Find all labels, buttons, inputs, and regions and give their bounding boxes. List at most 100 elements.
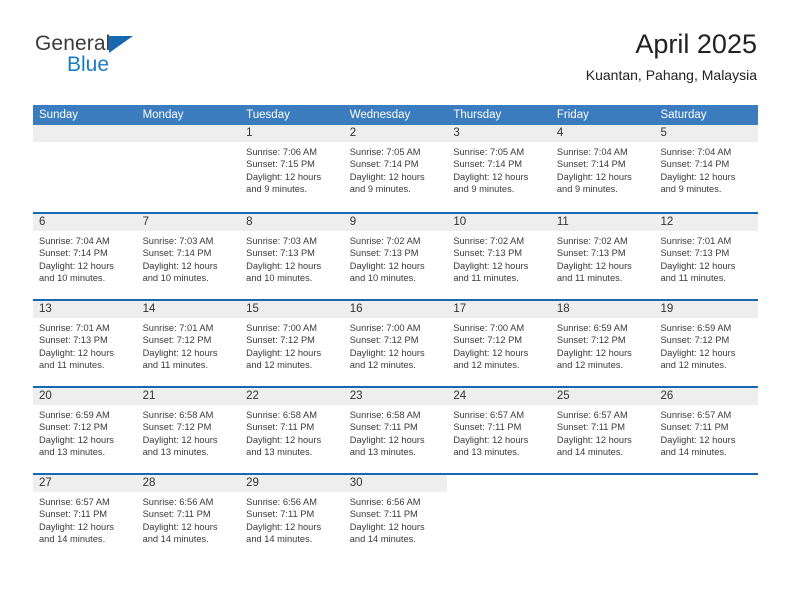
day-info-line: Daylight: 12 hours — [453, 171, 529, 182]
calendar-day-cell[interactable]: 2 Sunrise: 7:05 AM Sunset: 7:14 PM Daylight… — [343, 125, 448, 212]
day-info-line: Daylight: 12 hours — [142, 347, 218, 358]
calendar-week-row: 27 Sunrise: 6:57 AM Sunset: 7:11 PM Dayligh… — [33, 473, 759, 561]
day-info-line: Daylight: 12 hours — [142, 260, 218, 271]
calendar-day-cell[interactable]: 22 Sunrise: 6:58 AM Sunset: 7:11 PM Dayligh… — [240, 388, 344, 473]
day-number: 20 — [33, 388, 137, 405]
day-info-line: Sunrise: 6:58 AM — [142, 410, 214, 420]
calendar-day-cell[interactable]: 23 Sunrise: 6:58 AM Sunset: 7:11 PM Dayligh… — [343, 388, 448, 473]
day-number: 6 — [33, 214, 137, 231]
day-sun-info: Sunrise: 7:04 AM Sunset: 7:14 PM Daylight:… — [654, 142, 758, 195]
day-number: 26 — [654, 388, 759, 405]
day-number: 8 — [240, 214, 344, 231]
day-info-line: Sunrise: 6:58 AM — [246, 410, 317, 420]
day-number: 15 — [240, 301, 344, 318]
calendar-day-cell[interactable]: 6 Sunrise: 7:04 AM Sunset: 7:14 PM Daylight… — [33, 214, 137, 299]
calendar-day-cell[interactable]: 30 Sunrise: 6:56 AM Sunset: 7:11 PM Dayligh… — [343, 475, 448, 561]
day-number: 1 — [240, 125, 344, 142]
day-info-line: Daylight: 12 hours — [39, 347, 114, 358]
calendar-day-cell[interactable]: 11 Sunrise: 7:02 AM Sunset: 7:13 PM Dayligh… — [550, 214, 655, 299]
calendar-day-cell[interactable]: 28 Sunrise: 6:56 AM Sunset: 7:11 PM Dayligh… — [136, 475, 241, 561]
day-number: 25 — [550, 388, 655, 405]
day-info-line: Daylight: 12 hours — [556, 434, 632, 445]
calendar-day-cell[interactable]: 29 Sunrise: 6:56 AM Sunset: 7:11 PM Dayligh… — [240, 475, 344, 561]
calendar-day-cell[interactable]: 3 Sunrise: 7:05 AM Sunset: 7:14 PM Daylight… — [447, 125, 551, 212]
calendar-day-cell[interactable]: 18 Sunrise: 6:59 AM Sunset: 7:12 PM Dayligh… — [550, 301, 655, 386]
calendar-day-cell[interactable]: 4 Sunrise: 7:04 AM Sunset: 7:14 PM Daylight… — [550, 125, 655, 212]
calendar-day-cell[interactable]: 13 Sunrise: 7:01 AM Sunset: 7:13 PM Dayligh… — [33, 301, 137, 386]
calendar-grid: Sunday Monday Tuesday Wednesday Thursday Frid… — [33, 105, 759, 561]
calendar-day-cell[interactable]: 24 Sunrise: 6:57 AM Sunset: 7:11 PM Dayligh… — [447, 388, 551, 473]
weekday-header-friday: Friday — [556, 109, 589, 121]
calendar-day-cell[interactable]: 19 Sunrise: 6:59 AM Sunset: 7:12 PM Dayligh… — [654, 301, 759, 386]
day-number — [654, 475, 759, 492]
day-info-line: Daylight: 12 hours — [453, 434, 529, 445]
day-number: 11 — [550, 214, 655, 231]
calendar-day-cell[interactable]: 16 Sunrise: 7:00 AM Sunset: 7:12 PM Dayligh… — [343, 301, 448, 386]
day-info-line: Daylight: 12 hours — [453, 260, 529, 271]
day-info-line: and 13 minutes. — [142, 446, 209, 457]
day-info-line: Sunrise: 7:02 AM — [556, 236, 628, 246]
day-info-line: Daylight: 12 hours — [246, 260, 322, 271]
day-info-line: Daylight: 12 hours — [39, 434, 114, 445]
calendar-day-cell[interactable]: 27 Sunrise: 6:57 AM Sunset: 7:11 PM Dayligh… — [33, 475, 137, 561]
day-number: 16 — [343, 301, 448, 318]
logo-triangle-icon — [109, 36, 133, 53]
calendar-day-cell[interactable]: 20 Sunrise: 6:59 AM Sunset: 7:12 PM Dayligh… — [33, 388, 137, 473]
day-info-line: Sunset: 7:12 PM — [246, 335, 315, 346]
day-info-line: Daylight: 12 hours — [349, 434, 425, 445]
day-info-line: and 13 minutes. — [39, 446, 106, 457]
day-number: 22 — [240, 388, 344, 405]
day-info-line: and 12 minutes. — [556, 359, 624, 370]
day-number: 17 — [447, 301, 551, 318]
day-info-line: Sunrise: 6:57 AM — [660, 410, 732, 420]
calendar-day-cell[interactable]: 10 Sunrise: 7:02 AM Sunset: 7:13 PM Dayligh… — [447, 214, 551, 299]
day-info-line: Daylight: 12 hours — [660, 434, 736, 445]
logo-text-blue: Blue — [67, 53, 110, 76]
calendar-empty-cell — [447, 475, 551, 561]
day-info-line: Sunrise: 7:00 AM — [246, 323, 317, 333]
day-info-line: and 10 minutes. — [246, 272, 313, 283]
calendar-day-cell[interactable]: 17 Sunrise: 7:00 AM Sunset: 7:12 PM Dayligh… — [447, 301, 551, 386]
calendar-day-cell[interactable]: 1 Sunrise: 7:06 AM Sunset: 7:15 PM Daylight… — [240, 125, 344, 212]
day-info-line: Daylight: 12 hours — [556, 347, 632, 358]
weekday-header-row: Sunday Monday Tuesday Wednesday Thursday Frid… — [33, 105, 758, 125]
day-number — [550, 475, 655, 492]
calendar-day-cell[interactable]: 21 Sunrise: 6:58 AM Sunset: 7:12 PM Dayligh… — [136, 388, 241, 473]
calendar-empty-cell — [654, 475, 759, 561]
general-blue-logo: General Blue — [35, 32, 165, 86]
page-title: April 2025 — [635, 29, 757, 59]
day-info-line: Sunrise: 7:02 AM — [349, 236, 421, 246]
day-sun-info: Sunrise: 6:56 AM Sunset: 7:11 PM Daylight:… — [344, 492, 448, 545]
calendar-day-cell[interactable]: 14 Sunrise: 7:01 AM Sunset: 7:12 PM Dayligh… — [136, 301, 241, 386]
day-number: 9 — [343, 214, 448, 231]
day-info-line: Daylight: 12 hours — [246, 434, 322, 445]
day-info-line: Sunset: 7:11 PM — [660, 422, 729, 433]
day-info-line: Sunset: 7:13 PM — [453, 248, 523, 259]
day-sun-info: Sunrise: 7:02 AM Sunset: 7:13 PM Daylight:… — [344, 231, 448, 284]
calendar-day-cell[interactable]: 25 Sunrise: 6:57 AM Sunset: 7:11 PM Dayligh… — [550, 388, 655, 473]
calendar-day-cell[interactable]: 8 Sunrise: 7:03 AM Sunset: 7:13 PM Daylight… — [240, 214, 344, 299]
day-info-line: Sunset: 7:11 PM — [349, 509, 418, 520]
day-info-line: Sunrise: 7:05 AM — [349, 147, 421, 157]
day-info-line: Sunrise: 7:03 AM — [246, 236, 317, 246]
day-number: 5 — [654, 125, 759, 142]
calendar-day-cell[interactable]: 12 Sunrise: 7:01 AM Sunset: 7:13 PM Dayligh… — [654, 214, 759, 299]
day-info-line: Sunset: 7:11 PM — [453, 422, 522, 433]
day-number: 24 — [447, 388, 551, 405]
day-sun-info: Sunrise: 7:04 AM Sunset: 7:14 PM Daylight:… — [33, 231, 137, 284]
day-number — [447, 475, 551, 492]
day-number: 30 — [343, 475, 448, 492]
day-info-line: Sunrise: 6:56 AM — [246, 497, 317, 507]
page-header: General Blue April 2025 Kuantan, Pahang,… — [35, 28, 757, 96]
day-info-line: Sunset: 7:14 PM — [453, 159, 523, 170]
day-info-line: Sunrise: 7:01 AM — [39, 323, 110, 333]
calendar-day-cell[interactable]: 15 Sunrise: 7:00 AM Sunset: 7:12 PM Dayligh… — [240, 301, 344, 386]
calendar-day-cell[interactable]: 26 Sunrise: 6:57 AM Sunset: 7:11 PM Dayligh… — [654, 388, 759, 473]
day-info-line: Sunset: 7:12 PM — [39, 422, 108, 433]
calendar-day-cell[interactable]: 7 Sunrise: 7:03 AM Sunset: 7:14 PM Daylight… — [136, 214, 241, 299]
day-info-line: and 12 minutes. — [660, 359, 727, 370]
day-sun-info: Sunrise: 7:02 AM Sunset: 7:13 PM Daylight:… — [551, 231, 655, 284]
calendar-day-cell[interactable]: 5 Sunrise: 7:04 AM Sunset: 7:14 PM Daylight… — [654, 125, 759, 212]
calendar-day-cell[interactable]: 9 Sunrise: 7:02 AM Sunset: 7:13 PM Daylight… — [343, 214, 448, 299]
calendar-week-row: 20 Sunrise: 6:59 AM Sunset: 7:12 PM Dayligh… — [33, 386, 759, 473]
